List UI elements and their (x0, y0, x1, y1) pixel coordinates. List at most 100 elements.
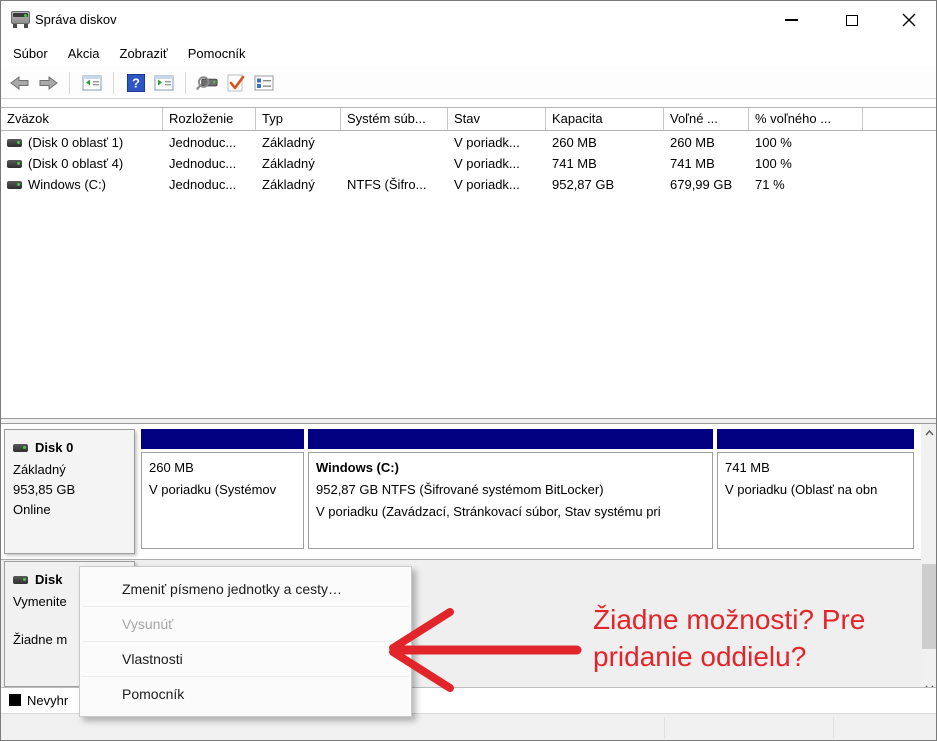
menu-file[interactable]: Súbor (13, 46, 48, 61)
table-row[interactable]: Windows (C:) Jednoduc... Základný NTFS (… (1, 174, 937, 195)
disk0-status: Online (13, 500, 134, 520)
toolbar-separator (113, 72, 114, 94)
partition-windows-c[interactable]: Windows (C:) 952,87 GB NTFS (Šifrované s… (308, 429, 713, 550)
column-header-type[interactable]: Typ (256, 108, 341, 130)
menu-item-properties[interactable]: Vlastnosti (80, 642, 411, 676)
status-bar (1, 713, 937, 741)
scrollbar-thumb[interactable] (922, 564, 937, 649)
cell-free: 260 MB (664, 135, 749, 150)
cell-volume: (Disk 0 oblasť 1) (28, 135, 123, 150)
partition-band (308, 429, 713, 449)
cell-pct-free: 100 % (749, 156, 863, 171)
cell-type: Základný (256, 135, 341, 150)
show-console-tree-button[interactable] (80, 71, 103, 95)
cell-layout: Jednoduc... (163, 177, 256, 192)
menu-bar: Súbor Akcia Zobraziť Pomocník (1, 39, 937, 67)
column-header-capacity[interactable]: Kapacita (546, 108, 664, 130)
cell-type: Základný (256, 156, 341, 171)
partition-recovery[interactable]: 741 MB V poriadku (Oblasť na obn (717, 429, 914, 550)
disk0-type: Základný (13, 460, 134, 480)
partition-status: V poriadku (Oblasť na obn (725, 479, 913, 501)
partition-title: Windows (C:) (316, 457, 712, 479)
forward-arrow-icon (38, 76, 58, 90)
minimize-icon (785, 19, 798, 21)
close-icon (902, 13, 916, 27)
partition-size: 741 MB (725, 457, 913, 479)
column-header-layout[interactable]: Rozloženie (163, 108, 256, 130)
maximize-icon (846, 15, 858, 26)
menu-item-change-drive-letter[interactable]: Zmeniť písmeno jednotky a cesty… (80, 572, 411, 606)
vertical-scrollbar[interactable] (921, 424, 937, 696)
volume-table-body: (Disk 0 oblasť 1) Jednoduc... Základný V… (1, 132, 937, 195)
partition-system[interactable]: 260 MB V poriadku (Systémov (141, 429, 304, 550)
show-console-tree-icon (82, 75, 102, 91)
column-header-status[interactable]: Stav (448, 108, 546, 130)
close-button[interactable] (888, 1, 930, 39)
volume-icon (7, 139, 22, 147)
cell-layout: Jednoduc... (163, 156, 256, 171)
partition-size: 952,87 GB NTFS (Šifrované systémom BitLo… (316, 479, 712, 501)
rescan-disks-button[interactable] (196, 71, 219, 95)
maximize-button[interactable] (831, 1, 873, 39)
disk-management-window: Správa diskov Súbor Akcia Zobraziť Pomoc… (0, 0, 937, 741)
table-row[interactable]: (Disk 0 oblasť 1) Jednoduc... Základný V… (1, 132, 937, 153)
toolbar-separator (185, 72, 186, 94)
partition-size: 260 MB (149, 457, 303, 479)
toolbar-separator (69, 72, 70, 94)
legend-unallocated-label: Nevyhr (27, 688, 68, 713)
disk0-size: 953,85 GB (13, 480, 134, 500)
check-icon (226, 74, 246, 92)
column-header-filler (863, 108, 937, 130)
cell-filesystem: NTFS (Šifro... (341, 177, 448, 192)
properties-list-button[interactable] (252, 71, 275, 95)
scroll-up-button[interactable] (921, 424, 937, 441)
disk1-name: Disk (35, 570, 62, 590)
toolbar: ? (1, 67, 937, 99)
column-header-volume[interactable]: Zväzok (1, 108, 163, 130)
disk0-panel[interactable]: Disk 0 Základný 953,85 GB Online (4, 429, 135, 554)
menu-view[interactable]: Zobraziť (120, 46, 168, 61)
svg-text:?: ? (132, 75, 140, 90)
menu-item-eject: Vysunúť (80, 607, 411, 641)
disk-icon (13, 576, 28, 584)
status-divider (664, 717, 665, 739)
menu-help[interactable]: Pomocník (188, 46, 246, 61)
cell-pct-free: 100 % (749, 135, 863, 150)
column-header-free[interactable]: Voľné ... (664, 108, 749, 130)
cell-pct-free: 71 % (749, 177, 863, 192)
partition-band (717, 429, 914, 449)
unallocated-swatch (9, 694, 21, 706)
forward-button[interactable] (36, 71, 59, 95)
volume-icon (7, 181, 22, 189)
help-icon: ? (127, 74, 145, 92)
column-header-filesystem[interactable]: Systém súb... (341, 108, 448, 130)
help-button[interactable]: ? (124, 71, 147, 95)
cell-layout: Jednoduc... (163, 135, 256, 150)
column-header-pct-free[interactable]: % voľného ... (749, 108, 863, 130)
show-action-pane-button[interactable] (152, 71, 175, 95)
partition-band (141, 429, 304, 449)
app-icon (11, 11, 30, 28)
show-action-pane-icon (154, 75, 174, 91)
rescan-disks-icon (196, 74, 219, 92)
cell-status: V poriadk... (448, 177, 546, 192)
context-menu: Zmeniť písmeno jednotky a cesty… Vysunúť… (79, 566, 412, 717)
cell-capacity: 952,87 GB (546, 177, 664, 192)
menu-action[interactable]: Akcia (68, 46, 100, 61)
cell-capacity: 741 MB (546, 156, 664, 171)
cell-status: V poriadk... (448, 156, 546, 171)
table-row[interactable]: (Disk 0 oblasť 4) Jednoduc... Základný V… (1, 153, 937, 174)
cell-free: 741 MB (664, 156, 749, 171)
minimize-button[interactable] (770, 1, 812, 39)
disk0-name: Disk 0 (35, 438, 73, 458)
menu-item-help[interactable]: Pomocník (80, 677, 411, 711)
volume-table-header: Zväzok Rozloženie Typ Systém súb... Stav… (1, 107, 937, 131)
window-title: Správa diskov (35, 1, 117, 39)
back-button[interactable] (8, 71, 31, 95)
cell-status: V poriadk... (448, 135, 546, 150)
cell-capacity: 260 MB (546, 135, 664, 150)
disk-icon (13, 444, 28, 452)
check-disk-button[interactable] (224, 71, 247, 95)
cell-volume: Windows (C:) (28, 177, 106, 192)
back-arrow-icon (10, 76, 30, 90)
